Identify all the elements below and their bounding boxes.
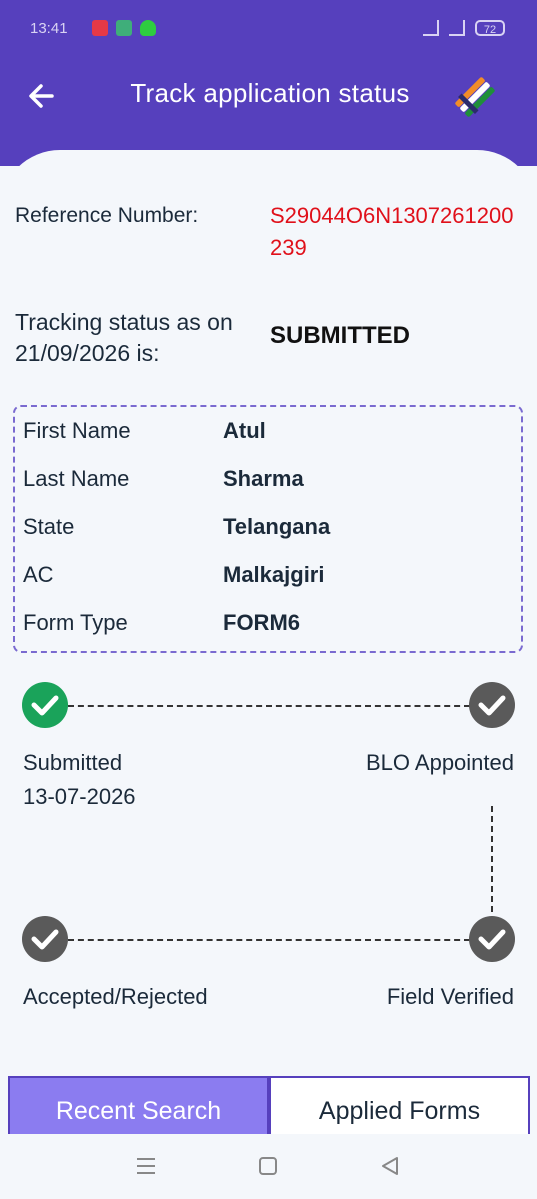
step-blo-label: BLO Appointed	[365, 750, 514, 775]
step-submitted-date: 13-07-2026	[23, 784, 136, 809]
step-verified-check-icon	[469, 916, 515, 962]
signal-icon	[423, 20, 439, 36]
timeline-connector	[68, 705, 470, 707]
shield-icon	[140, 20, 156, 36]
step-blo-check-icon	[469, 682, 515, 728]
detail-key: First Name	[23, 418, 131, 443]
step-accepted-check-icon	[22, 916, 68, 962]
back-triangle-icon[interactable]	[376, 1152, 404, 1180]
detail-key: Last Name	[23, 466, 130, 491]
detail-value: FORM6	[223, 610, 300, 635]
menu-icon[interactable]	[132, 1152, 160, 1180]
step-submitted-check-icon	[22, 682, 68, 728]
status-time: 13:41	[30, 20, 68, 37]
back-arrow-icon[interactable]	[22, 76, 62, 116]
step-submitted-label: Submitted	[23, 750, 123, 775]
bottom-tabs: Recent Search Applied Forms	[8, 1076, 530, 1134]
detail-key: State	[23, 514, 75, 539]
battery-icon: 72	[475, 20, 505, 36]
system-nav-bar	[0, 1134, 537, 1199]
detail-value: Malkajgiri	[223, 562, 325, 587]
page-title: Track application status	[130, 78, 410, 108]
detail-key: AC	[23, 562, 54, 587]
detail-row: State Telangana	[23, 514, 513, 544]
timeline-connector	[491, 806, 493, 912]
detail-row: Form Type FORM6	[23, 610, 513, 640]
applicant-details: First Name Atul Last Name Sharma State T…	[13, 405, 523, 653]
detail-row: Last Name Sharma	[23, 466, 513, 496]
detail-value: Atul	[223, 418, 266, 443]
signal-icon	[449, 20, 465, 36]
reference-number: S29044O6N1307261200239	[270, 203, 514, 260]
home-icon[interactable]	[254, 1152, 282, 1180]
tracking-status-label: Tracking status as on 21/09/2026 is:	[15, 309, 233, 366]
election-logo-icon	[452, 74, 498, 120]
detail-value: Telangana	[223, 514, 331, 539]
download-icon	[116, 20, 132, 36]
detail-value: Sharma	[223, 466, 304, 491]
step-verified-label: Field Verified	[386, 984, 514, 1009]
detail-row: First Name Atul	[23, 418, 513, 448]
reference-label: Reference Number:	[15, 204, 199, 227]
status-bar: 13:41 72	[0, 0, 537, 56]
tracking-status-value: SUBMITTED	[270, 322, 410, 349]
detail-row: AC Malkajgiri	[23, 562, 513, 592]
status-indicators: 72	[423, 20, 505, 36]
tab-recent-search[interactable]: Recent Search	[8, 1076, 269, 1134]
timeline-connector	[68, 939, 470, 941]
detail-key: Form Type	[23, 610, 128, 635]
tab-applied-forms[interactable]: Applied Forms	[269, 1076, 530, 1134]
notification-app-icon	[92, 20, 108, 36]
step-accepted-label: Accepted/Rejected	[23, 984, 208, 1009]
